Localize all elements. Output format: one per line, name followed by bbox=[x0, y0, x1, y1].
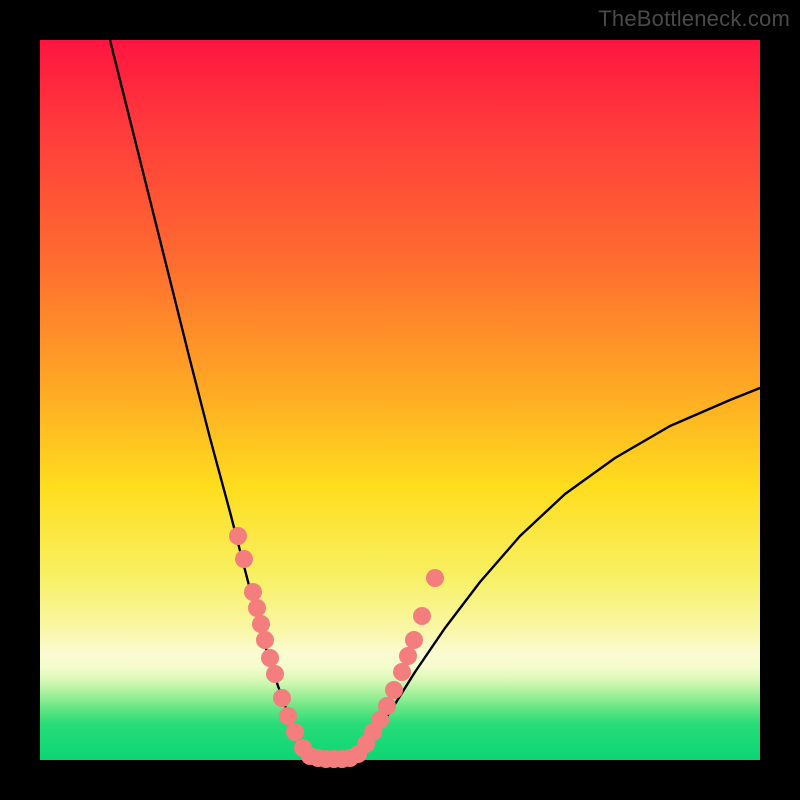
marker-dot bbox=[279, 707, 297, 725]
marker-dot bbox=[405, 631, 423, 649]
marker-dot bbox=[393, 663, 411, 681]
marker-dot bbox=[261, 649, 279, 667]
marker-dot bbox=[378, 697, 396, 715]
marker-dot bbox=[399, 647, 417, 665]
marker-dot bbox=[266, 665, 284, 683]
marker-dot bbox=[256, 631, 274, 649]
plot-area bbox=[40, 40, 760, 760]
bottleneck-curve bbox=[110, 40, 760, 760]
marker-dot bbox=[413, 607, 431, 625]
watermark-text: TheBottleneck.com bbox=[598, 6, 790, 32]
marker-dot bbox=[235, 550, 253, 568]
scatter-markers bbox=[229, 527, 444, 768]
curve-line bbox=[110, 40, 760, 760]
marker-dot bbox=[426, 569, 444, 587]
marker-dot bbox=[229, 527, 247, 545]
marker-dot bbox=[273, 689, 291, 707]
marker-dot bbox=[286, 723, 304, 741]
marker-dot bbox=[252, 615, 270, 633]
marker-dot bbox=[248, 599, 266, 617]
marker-dot bbox=[385, 681, 403, 699]
chart-frame: TheBottleneck.com bbox=[0, 0, 800, 800]
chart-svg bbox=[40, 40, 760, 760]
marker-dot bbox=[244, 583, 262, 601]
